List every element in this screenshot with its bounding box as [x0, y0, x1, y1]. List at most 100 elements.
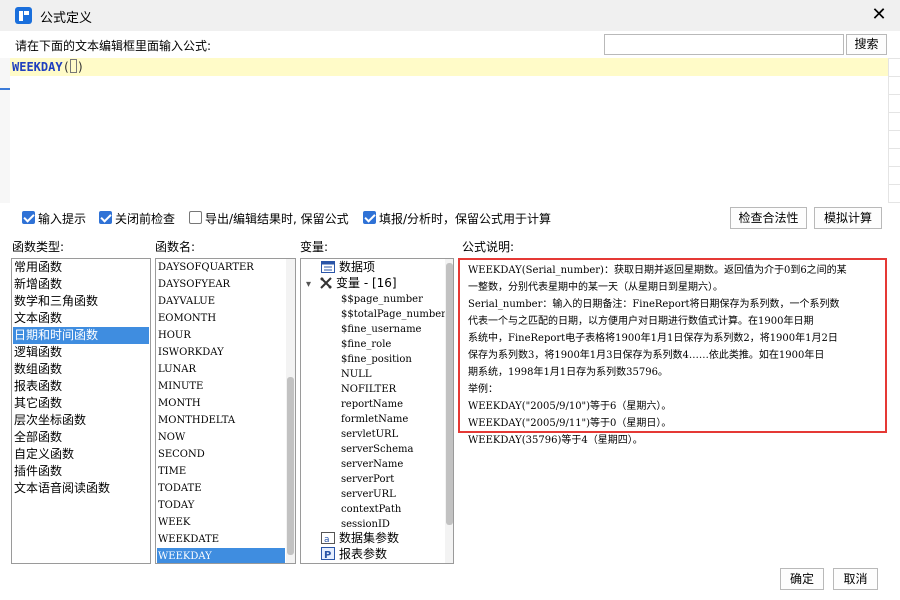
function-item[interactable]: TIME [157, 463, 285, 480]
checkbox-keep-formula-fill[interactable] [363, 211, 376, 224]
variable-tree-scroll-thumb[interactable] [446, 263, 453, 525]
variable-item[interactable]: NOFILTER [341, 382, 396, 397]
simulate-calc-button[interactable]: 模拟计算 [814, 207, 882, 229]
formula-description: WEEKDAY(Serial_number)：获取日期并返回星期数。返回值为介于… [458, 258, 887, 446]
chevron-down-icon[interactable]: ▾ [306, 277, 320, 292]
function-item[interactable]: EOMONTH [157, 310, 285, 327]
current-line-highlight [10, 58, 888, 76]
check-validity-button[interactable]: 检查合法性 [730, 207, 807, 229]
variable-item[interactable]: serverSchema [341, 442, 413, 457]
close-paren: ) [76, 60, 85, 74]
category-item[interactable]: 文本语音阅读函数 [13, 480, 149, 497]
function-list-scroll-thumb[interactable] [287, 377, 294, 555]
function-list-scrollbar[interactable] [286, 259, 295, 563]
function-list[interactable]: DAYSOFQUARTER DAYSOFYEAR DAYVALUE EOMONT… [155, 258, 296, 564]
variable-item[interactable]: contextPath [341, 502, 401, 517]
variable-item[interactable]: $fine_position [341, 352, 412, 367]
category-item[interactable]: 逻辑函数 [13, 344, 149, 361]
variable-item[interactable]: NULL [341, 367, 371, 382]
function-item[interactable]: MONTHDELTA [157, 412, 285, 429]
checkbox-input-hint[interactable] [22, 211, 35, 224]
ok-button[interactable]: 确定 [780, 568, 824, 590]
variable-tree[interactable]: 数据项 ▾ 变量 - [16] $$page_number $$totalPag… [300, 258, 454, 564]
title-bar: 公式定义 ✕ [0, 0, 900, 31]
category-item[interactable]: 层次坐标函数 [13, 412, 149, 429]
variable-item[interactable]: serverURL [341, 487, 396, 502]
close-button[interactable]: ✕ [862, 0, 896, 31]
tree-label-dataset-params: 数据集参数 [339, 531, 400, 545]
tree-node-report-params[interactable]: P 报表参数 [321, 547, 387, 562]
formula-editor[interactable]: WEEKDAY() [10, 58, 888, 203]
variable-item[interactable]: reportName [341, 397, 403, 412]
function-item[interactable]: MONTH [157, 395, 285, 412]
variable-item[interactable]: serverName [341, 457, 403, 472]
variable-item[interactable]: $$totalPage_number [341, 307, 446, 322]
variable-item[interactable]: $fine_username [341, 322, 421, 337]
variable-item[interactable]: serverPort [341, 472, 394, 487]
function-item[interactable]: TODAY [157, 497, 285, 514]
categories-heading: 函数类型: [12, 240, 65, 254]
tree-node-dataset-params[interactable]: a 数据集参数 [321, 531, 399, 546]
function-item[interactable]: DAYSOFQUARTER [157, 259, 285, 276]
label-check-before-close: 关闭前检查 [115, 212, 176, 226]
functions-heading: 函数名: [155, 240, 196, 254]
formula-function-name: WEEKDAY [12, 60, 63, 74]
variable-item[interactable]: $fine_role [341, 337, 391, 352]
category-item[interactable]: 报表函数 [13, 378, 149, 395]
tree-label-data-item: 数据项 [339, 260, 376, 274]
variable-tree-scrollbar[interactable] [445, 259, 453, 563]
category-item[interactable]: 新增函数 [13, 276, 149, 293]
description-line: 期系统，1998年1月1日存为系列数35796。 [468, 367, 668, 378]
category-list[interactable]: 常用函数 新增函数 数学和三角函数 文本函数 日期和时间函数 逻辑函数 数组函数… [11, 258, 151, 564]
table-icon [321, 261, 335, 277]
category-item[interactable]: 自定义函数 [13, 446, 149, 463]
app-logo-icon [15, 7, 32, 24]
function-item[interactable]: DAYVALUE [157, 293, 285, 310]
search-button[interactable]: 搜索 [846, 34, 887, 55]
category-item[interactable]: 数组函数 [13, 361, 149, 378]
search-input[interactable] [604, 34, 844, 55]
function-item[interactable]: TODATE [157, 480, 285, 497]
description-line: Serial_number：输入的日期备注：FineReport将日期保存为系列… [468, 299, 840, 310]
cancel-button[interactable]: 取消 [833, 568, 878, 590]
tree-node-data-item[interactable]: 数据项 [321, 260, 375, 275]
category-item[interactable]: 全部函数 [13, 429, 149, 446]
description-line: WEEKDAY("2005/9/10")等于6（星期六）。 [468, 401, 672, 412]
checkbox-check-before-close[interactable] [99, 211, 112, 224]
function-item[interactable]: SECOND [157, 446, 285, 463]
category-item[interactable]: 日期和时间函数 [13, 327, 149, 344]
category-item[interactable]: 数学和三角函数 [13, 293, 149, 310]
function-item[interactable]: LUNAR [157, 361, 285, 378]
function-item[interactable]: MINUTE [157, 378, 285, 395]
editor-prompt-label: 请在下面的文本编辑框里面输入公式: [15, 39, 212, 53]
background-sheet-right [888, 58, 900, 203]
variable-item[interactable]: servletURL [341, 427, 398, 442]
description-line: 系统中，FineReport电子表格将1900年1月1日保存为系列数2，将190… [468, 333, 838, 344]
variable-item[interactable]: $$page_number [341, 292, 423, 307]
category-item[interactable]: 其它函数 [13, 395, 149, 412]
function-item[interactable]: NOW [157, 429, 285, 446]
description-line: 举例： [468, 384, 498, 395]
category-item[interactable]: 常用函数 [13, 259, 149, 276]
text-caret [69, 59, 77, 73]
tree-node-variables[interactable]: ▾ 变量 - [16] [306, 276, 397, 291]
formula-text[interactable]: WEEKDAY() [12, 59, 84, 74]
function-item[interactable]: WEEK [157, 514, 285, 531]
formula-definition-dialog: 公式定义 ✕ 请在下面的文本编辑框里面输入公式: 搜索 WEEKDAY() 输入… [0, 0, 900, 600]
function-item[interactable]: ISWORKDAY [157, 344, 285, 361]
svg-text:a: a [324, 535, 330, 544]
checkbox-keep-formula-export[interactable] [189, 211, 202, 224]
category-item[interactable]: 文本函数 [13, 310, 149, 327]
function-item[interactable]: WEEKDAY [157, 548, 285, 563]
variable-item[interactable]: sessionID [341, 517, 390, 532]
category-item[interactable]: 插件函数 [13, 463, 149, 480]
svg-text:P: P [324, 550, 331, 560]
description-line: WEEKDAY("2005/9/11")等于0（星期日）。 [468, 418, 672, 429]
report-param-icon: P [321, 547, 335, 563]
variable-item[interactable]: formletName [341, 412, 408, 427]
description-line: 一整数，分别代表星期中的某一天（从星期日到星期六）。 [468, 282, 723, 293]
function-item[interactable]: HOUR [157, 327, 285, 344]
function-item[interactable]: DAYSOFYEAR [157, 276, 285, 293]
window-title: 公式定义 [40, 11, 93, 26]
function-item[interactable]: WEEKDATE [157, 531, 285, 548]
